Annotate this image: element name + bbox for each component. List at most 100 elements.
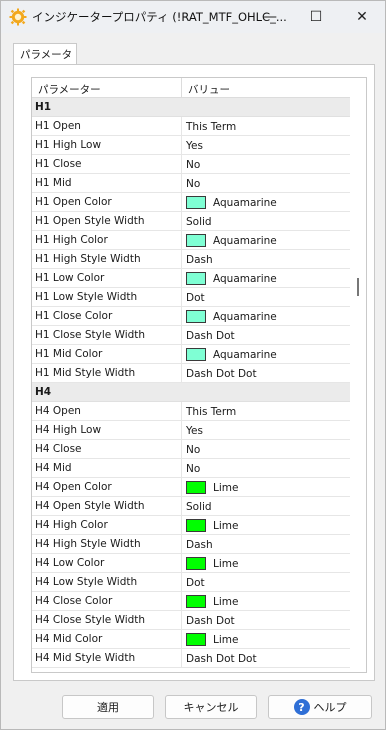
- property-value-text: Lime: [213, 519, 239, 532]
- property-value[interactable]: Dash: [182, 250, 350, 269]
- property-value-text: Lime: [213, 595, 239, 608]
- color-swatch[interactable]: [186, 633, 206, 646]
- cancel-button[interactable]: キャンセル: [165, 695, 257, 719]
- property-value-text: Dash Dot: [186, 329, 235, 342]
- property-value[interactable]: Lime: [182, 516, 350, 535]
- property-value[interactable]: Aquamarine: [182, 193, 350, 212]
- property-name: H4 Mid Color: [32, 630, 182, 649]
- property-value[interactable]: Aquamarine: [182, 231, 350, 250]
- property-row[interactable]: H1 Close No: [32, 155, 350, 174]
- property-row[interactable]: H4 High Low Yes: [32, 421, 350, 440]
- property-name: H4 Close: [32, 440, 182, 459]
- property-row[interactable]: H4 High Color Lime: [32, 516, 350, 535]
- property-value-text: Dash Dot: [186, 614, 235, 627]
- property-value-text: Dash Dot Dot: [186, 367, 257, 380]
- property-value-text: No: [186, 158, 201, 171]
- property-row[interactable]: H4 Open Style Width Solid: [32, 497, 350, 516]
- property-row[interactable]: H4 Open Color Lime: [32, 478, 350, 497]
- property-value[interactable]: This Term: [182, 402, 350, 421]
- property-name: H1 High Style Width: [32, 250, 182, 269]
- scrollbar-thumb[interactable]: [357, 278, 359, 296]
- property-name: H1 High Low: [32, 136, 182, 155]
- grid-rows: H1 H1 Open This Term H1 High Low Yes H1 Close…: [32, 98, 350, 668]
- close-button[interactable]: ✕: [339, 1, 385, 33]
- property-value[interactable]: Lime: [182, 554, 350, 573]
- tab-parameters[interactable]: パラメーター: [13, 43, 77, 76]
- property-row[interactable]: H4 Mid No: [32, 459, 350, 478]
- property-row[interactable]: H4 Low Style Width Dot: [32, 573, 350, 592]
- property-value[interactable]: Lime: [182, 478, 350, 497]
- property-value[interactable]: No: [182, 440, 350, 459]
- color-swatch[interactable]: [186, 272, 206, 285]
- property-value[interactable]: Solid: [182, 212, 350, 231]
- property-value[interactable]: Aquamarine: [182, 269, 350, 288]
- property-name: H1 Low Color: [32, 269, 182, 288]
- property-row[interactable]: H4 Close Style Width Dash Dot: [32, 611, 350, 630]
- group-header-row[interactable]: H4: [32, 383, 350, 402]
- property-value[interactable]: No: [182, 174, 350, 193]
- property-row[interactable]: H1 High Low Yes: [32, 136, 350, 155]
- property-row[interactable]: H4 Low Color Lime: [32, 554, 350, 573]
- color-swatch[interactable]: [186, 310, 206, 323]
- property-row[interactable]: H1 Low Color Aquamarine: [32, 269, 350, 288]
- color-swatch[interactable]: [186, 557, 206, 570]
- property-row[interactable]: H1 Open Style Width Solid: [32, 212, 350, 231]
- property-row[interactable]: H1 Close Style Width Dash Dot: [32, 326, 350, 345]
- maximize-button[interactable]: ☐: [293, 1, 339, 33]
- minimize-button[interactable]: —: [247, 1, 293, 33]
- property-value[interactable]: Lime: [182, 592, 350, 611]
- property-value-text: Yes: [186, 424, 203, 437]
- property-row[interactable]: H1 Low Style Width Dot: [32, 288, 350, 307]
- property-value[interactable]: Lime: [182, 630, 350, 649]
- property-name: H1 High Color: [32, 231, 182, 250]
- help-button[interactable]: ? ヘルプ: [268, 695, 372, 719]
- color-swatch[interactable]: [186, 519, 206, 532]
- question-icon: ?: [293, 699, 310, 715]
- property-name: H1 Open Style Width: [32, 212, 182, 231]
- column-header-value[interactable]: バリュー: [182, 78, 350, 98]
- property-value[interactable]: Dash Dot: [182, 326, 350, 345]
- property-row[interactable]: H4 Open This Term: [32, 402, 350, 421]
- property-value[interactable]: Dash: [182, 535, 350, 554]
- property-value[interactable]: Dot: [182, 288, 350, 307]
- property-row[interactable]: H1 Open Color Aquamarine: [32, 193, 350, 212]
- property-row[interactable]: H4 Mid Color Lime: [32, 630, 350, 649]
- property-value[interactable]: Dash Dot Dot: [182, 364, 350, 383]
- property-row[interactable]: H4 Close No: [32, 440, 350, 459]
- property-value[interactable]: Dash Dot: [182, 611, 350, 630]
- property-value[interactable]: No: [182, 155, 350, 174]
- property-row[interactable]: H1 High Color Aquamarine: [32, 231, 350, 250]
- property-row[interactable]: H1 Close Color Aquamarine: [32, 307, 350, 326]
- property-row[interactable]: H1 Open This Term: [32, 117, 350, 136]
- color-swatch[interactable]: [186, 348, 206, 361]
- property-row[interactable]: H1 High Style Width Dash: [32, 250, 350, 269]
- property-row[interactable]: H1 Mid No: [32, 174, 350, 193]
- property-row[interactable]: H4 Close Color Lime: [32, 592, 350, 611]
- color-swatch[interactable]: [186, 481, 206, 494]
- apply-button[interactable]: 適用: [62, 695, 154, 719]
- group-header-row[interactable]: H1: [32, 98, 350, 117]
- property-value-text: No: [186, 443, 201, 456]
- property-value[interactable]: Dash Dot Dot: [182, 649, 350, 668]
- property-value[interactable]: Yes: [182, 136, 350, 155]
- vertical-scrollbar[interactable]: [350, 78, 366, 672]
- property-value[interactable]: Aquamarine: [182, 345, 350, 364]
- property-row[interactable]: H4 Mid Style Width Dash Dot Dot: [32, 649, 350, 668]
- property-row[interactable]: H1 Mid Style Width Dash Dot Dot: [32, 364, 350, 383]
- property-value-text: No: [186, 177, 201, 190]
- color-swatch[interactable]: [186, 234, 206, 247]
- color-swatch[interactable]: [186, 196, 206, 209]
- property-value[interactable]: This Term: [182, 117, 350, 136]
- property-name: H4 High Style Width: [32, 535, 182, 554]
- property-value[interactable]: Aquamarine: [182, 307, 350, 326]
- property-value[interactable]: No: [182, 459, 350, 478]
- property-row[interactable]: H1 Mid Color Aquamarine: [32, 345, 350, 364]
- column-header-parameter[interactable]: パラメーター: [32, 78, 182, 98]
- property-value-text: Yes: [186, 139, 203, 152]
- property-value[interactable]: Solid: [182, 497, 350, 516]
- property-value[interactable]: Dot: [182, 573, 350, 592]
- title-bar[interactable]: インジケータープロパティ (!RAT_MTF_OHLC_... — ☐ ✕: [1, 1, 385, 33]
- color-swatch[interactable]: [186, 595, 206, 608]
- property-value[interactable]: Yes: [182, 421, 350, 440]
- property-row[interactable]: H4 High Style Width Dash: [32, 535, 350, 554]
